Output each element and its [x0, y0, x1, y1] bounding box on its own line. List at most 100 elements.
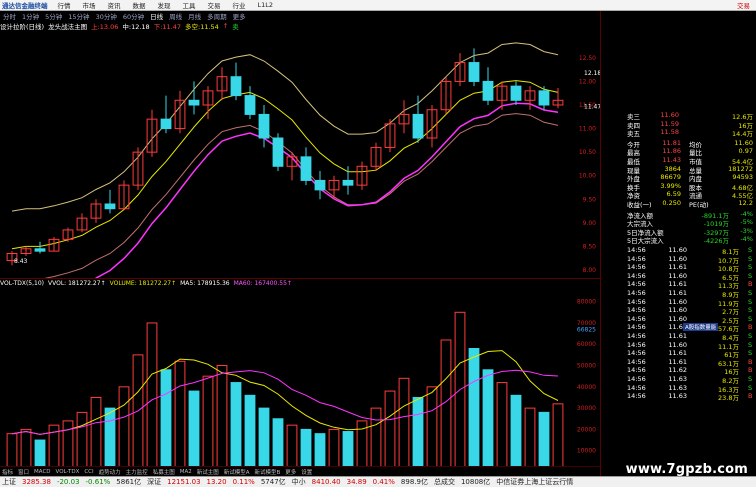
- menu-item-l1l2[interactable]: L1L2: [252, 1, 280, 9]
- candle-body: [482, 80, 494, 101]
- quote-row: 今开 11.81 均价 11.60: [601, 138, 756, 149]
- tab-settings[interactable]: 设置: [301, 468, 312, 476]
- lower-value: 下:11.47: [153, 23, 182, 31]
- vvol-value: VVOL: 181272.27↑: [48, 279, 106, 287]
- tick-row-cell: 11.60: [668, 297, 687, 306]
- indicator-name[interactable]: 龙头战法主图: [48, 21, 87, 31]
- tab-model-a[interactable]: 新试模型A: [224, 468, 250, 476]
- period-fenshi[interactable]: 分时: [0, 11, 19, 21]
- menu-item-hq[interactable]: 行情: [52, 0, 77, 10]
- period-30min[interactable]: 30分钟: [93, 11, 120, 21]
- middle-value: 中:12.18: [122, 23, 150, 31]
- menu-bar: 通达信金融终端 行情 市场 资讯 数据 发现 工具 交易 行业 L1L2 交易: [0, 0, 756, 11]
- quote-row: 收益(一) 0.250 PE(动) 12.2: [601, 199, 756, 209]
- tab-main-monitor[interactable]: 主力监控: [126, 468, 148, 476]
- volume-bar: [90, 396, 102, 473]
- sz-label[interactable]: 深证: [147, 477, 161, 487]
- tick-row-cell: 14:56: [627, 332, 646, 340]
- quote-row-cell: 收益(一): [627, 201, 652, 209]
- menu-item-market[interactable]: 市场: [77, 0, 102, 10]
- sh-change: -20.03: [56, 478, 80, 486]
- vol-indicator-name[interactable]: VOL-TDX(5,10): [0, 280, 44, 287]
- flow-row: 大宗流入 -1019万 -5%: [601, 218, 756, 228]
- indicator-tabs: 指标 窗口 MACD VOL-TDX CCI 趋势动力 主力监控 私募主图 MA…: [0, 466, 600, 476]
- sh-amount: 5861亿: [116, 478, 142, 486]
- tab-vol-tdx[interactable]: VOL-TDX: [56, 469, 80, 475]
- quote-row-cell: 11.81: [662, 138, 681, 147]
- tab-macd[interactable]: MACD: [34, 469, 51, 475]
- tick-row: 14:56 11.60 2.7万 S: [601, 306, 756, 316]
- quote-row-cell: 3864: [664, 164, 681, 173]
- tick-row-cell: B: [748, 392, 753, 401]
- volume-bar: [244, 394, 256, 473]
- zx-change: 34.89: [346, 478, 367, 486]
- quote-row-cell: 0.250: [662, 199, 681, 207]
- tab-new-main[interactable]: 新试主图: [197, 468, 219, 476]
- period-more[interactable]: 更多: [230, 11, 249, 21]
- menu-item-tools[interactable]: 工具: [177, 0, 202, 10]
- ask-row: 卖五 11.58 14.4万: [601, 128, 756, 138]
- tab-model-b[interactable]: 新试模型B: [255, 468, 281, 476]
- period-60min[interactable]: 60分钟: [120, 11, 147, 21]
- period-multi[interactable]: 多周期: [204, 11, 230, 21]
- price-axis-tick: 8.50: [583, 243, 597, 250]
- tab-cci[interactable]: CCI: [84, 469, 93, 475]
- tab-private[interactable]: 私募主图: [153, 468, 175, 476]
- volume-bar: [412, 396, 424, 473]
- tab-trend[interactable]: 趋势动力: [99, 468, 121, 476]
- tab-indicator[interactable]: 指标: [2, 468, 13, 476]
- period-monthly[interactable]: 月线: [185, 11, 204, 21]
- menu-item-industry[interactable]: 行业: [227, 0, 252, 10]
- menu-item-news[interactable]: 资讯: [102, 0, 127, 10]
- tick-row-cell: S: [748, 289, 753, 297]
- volume-bar: [440, 339, 452, 473]
- price-chart[interactable]: 12.5012.0011.5011.0010.5010.009.509.008.…: [0, 31, 600, 278]
- volume-bar: [286, 424, 298, 473]
- tick-row: 14:56 11.60 8.1万 S: [601, 246, 756, 256]
- price-axis-tick: 11.00: [579, 126, 596, 133]
- period-daily[interactable]: 日线: [147, 11, 166, 21]
- volume-chart[interactable]: 8000070000600005000040000300002000010000…: [0, 287, 600, 476]
- tick-row-cell: 14:56: [627, 306, 646, 315]
- period-1min[interactable]: 1分钟: [19, 11, 42, 21]
- zx-label[interactable]: 中小: [292, 477, 306, 487]
- sell-label: 卖: [232, 23, 239, 31]
- tick-row-cell: S: [748, 254, 753, 263]
- menu-item-data[interactable]: 数据: [127, 0, 152, 10]
- tick-row: 14:56 11.61 61万 S: [601, 349, 756, 359]
- sz-change: 13.20: [206, 478, 227, 486]
- tick-row-cell: 14:56: [627, 263, 646, 272]
- chart-title: 设计拉阶(日线): [0, 23, 45, 31]
- volume-bar: [132, 354, 144, 473]
- tick-row-cell: B: [748, 357, 753, 366]
- volume-bar: [552, 403, 564, 473]
- volume-bar: [426, 386, 438, 473]
- tick-row-cell: 11.60: [668, 254, 687, 263]
- quote-row: 外盘 86679 内盘 94593: [601, 173, 756, 183]
- tick-row-cell: 14:56: [627, 349, 646, 358]
- trade-button[interactable]: 交易: [737, 0, 750, 10]
- period-weekly[interactable]: 周线: [166, 11, 185, 21]
- volume-bar: [202, 375, 214, 473]
- tick-row: 14:56 11.60 10.7万 S: [601, 254, 756, 265]
- period-5min[interactable]: 5分钟: [42, 11, 65, 21]
- tick-row-cell: 11.60: [668, 246, 687, 254]
- sh-label[interactable]: 上证: [2, 477, 16, 487]
- zx-pct: 0.41%: [372, 478, 395, 486]
- tick-row-cell: 14:56: [627, 323, 646, 332]
- high-mark-label: 12.18: [584, 70, 600, 77]
- volume-bar: [524, 407, 536, 473]
- period-15min[interactable]: 15分钟: [65, 11, 92, 21]
- tick-row-cell: 14:56: [627, 254, 646, 263]
- menu-item-trade[interactable]: 交易: [202, 0, 227, 10]
- tab-more[interactable]: 更多: [285, 468, 296, 476]
- candle-body: [258, 113, 270, 139]
- tick-row: 14:56 11.61 11.3万 B: [601, 280, 756, 290]
- tick-row-cell: 11.61: [668, 332, 687, 340]
- flow-row: 净流入额 -891.1万 -4%: [601, 210, 756, 220]
- zx-value: 8410.40: [311, 478, 341, 486]
- menu-item-discover[interactable]: 发现: [152, 0, 177, 10]
- tab-ma2[interactable]: MA2: [180, 469, 192, 475]
- tab-window[interactable]: 窗口: [18, 468, 29, 476]
- volume-bar: [398, 377, 410, 473]
